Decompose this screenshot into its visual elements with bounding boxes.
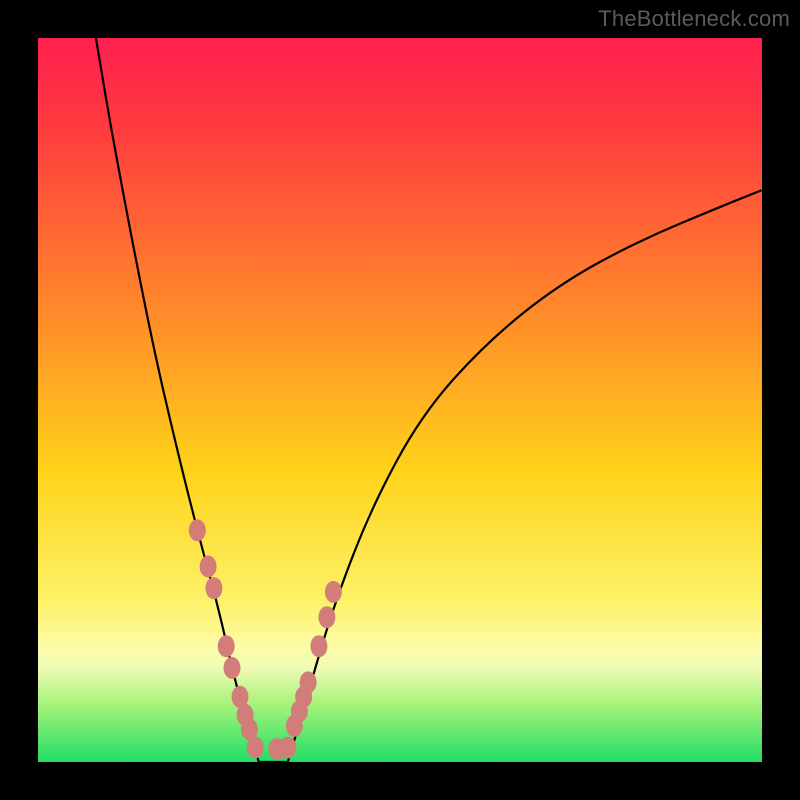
watermark-text: TheBottleneck.com — [598, 6, 790, 32]
curve-right-branch — [288, 190, 762, 762]
marker-dot — [224, 657, 241, 679]
marker-dot — [200, 556, 217, 578]
marker-dot — [218, 635, 235, 657]
marker-dot — [310, 635, 327, 657]
marker-dot — [279, 737, 296, 759]
marker-dot — [247, 737, 264, 759]
marker-dot — [318, 606, 335, 628]
marker-dot — [325, 581, 342, 603]
curve-layer — [38, 38, 762, 762]
chart-frame: TheBottleneck.com — [0, 0, 800, 800]
marker-dot — [205, 577, 222, 599]
plot-area — [38, 38, 762, 762]
curve-left-branch — [96, 38, 259, 762]
marker-dot — [300, 671, 317, 693]
marker-dot — [189, 519, 206, 541]
